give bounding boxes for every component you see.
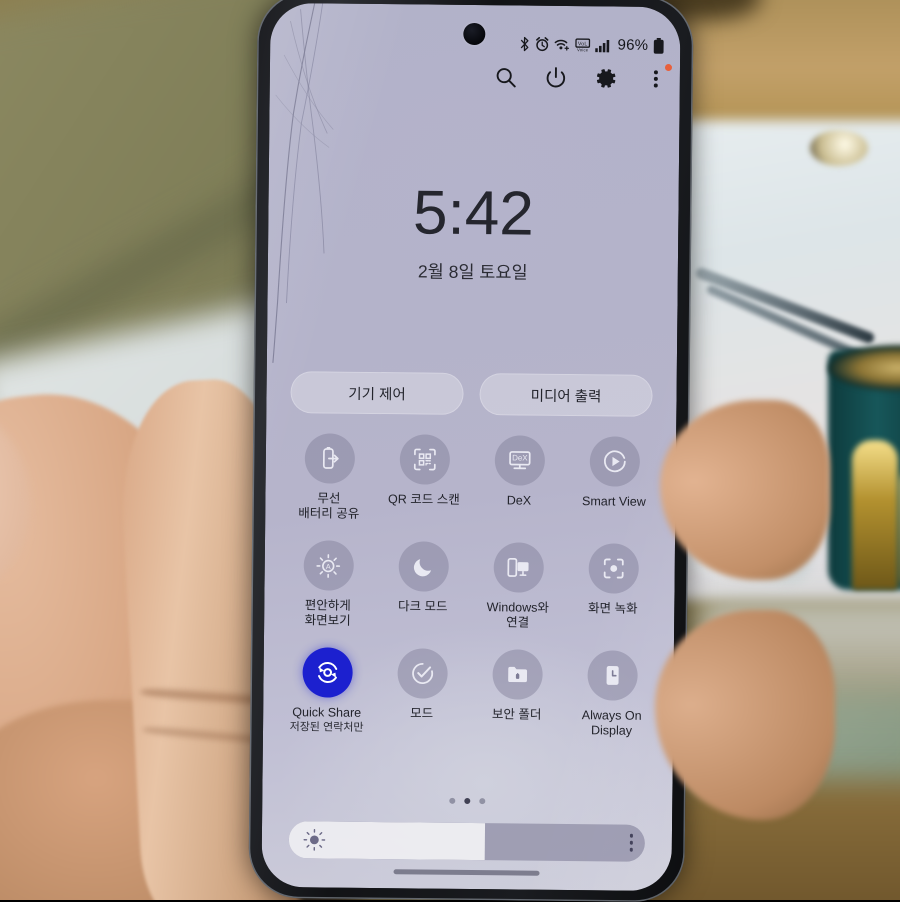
quick-toggle-dex[interactable]: DeX DeX — [471, 435, 567, 524]
quick-toggle-label: DeX — [506, 493, 532, 508]
volte-icon: VoL Voice — [575, 37, 591, 52]
status-bar: VoL Voice 96% — [520, 35, 665, 54]
quick-toggle-eye-comfort-shield[interactable]: A 편안하게 화면보기 — [280, 540, 376, 629]
panel-action-buttons: 기기 제어 미디어 출력 — [290, 371, 653, 417]
brightness-sun-icon — [303, 829, 326, 851]
brightness-more-icon[interactable] — [629, 833, 633, 852]
quick-toggle-label: Always On Display — [581, 708, 642, 738]
page-dot[interactable] — [449, 797, 456, 804]
quick-toggle-screen-recorder[interactable]: 화면 녹화 — [565, 543, 661, 632]
desk-object — [810, 130, 868, 166]
quick-panel-header — [492, 63, 673, 93]
quick-toggle-quick-share[interactable]: Quick Share 저장된 연락처만 — [279, 647, 375, 736]
more-options-icon[interactable] — [642, 64, 673, 93]
wifi-icon — [555, 37, 571, 51]
quick-settings-grid: 무선 배터리 공유 QR 코드 스캔 DeX DeX Smart View A … — [279, 433, 662, 739]
page-dot-active[interactable] — [464, 797, 471, 805]
quick-settings-row: Quick Share 저장된 연락처만 모드 보안 폴더 Always On … — [279, 647, 660, 739]
svg-text:DeX: DeX — [512, 453, 528, 462]
quick-toggle-label: 편안하게 화면보기 — [304, 598, 351, 628]
quick-toggle-modes[interactable]: 모드 — [374, 648, 470, 737]
quick-toggle-smart-view[interactable]: Smart View — [566, 436, 662, 525]
signal-bars-icon — [595, 38, 612, 52]
quick-toggle-label: 무선 배터리 공유 — [298, 491, 360, 521]
quick-settings-row: 무선 배터리 공유 QR 코드 스캔 DeX DeX Smart View — [281, 433, 662, 525]
secure-folder-icon — [491, 649, 543, 700]
bluetooth-icon — [520, 36, 531, 52]
power-icon[interactable] — [542, 64, 570, 92]
quick-toggle-qr-scan[interactable]: QR 코드 스캔 — [376, 434, 472, 523]
modes-icon — [396, 648, 448, 699]
quick-toggle-label: 다크 모드 — [398, 599, 448, 614]
notification-badge-dot — [664, 64, 673, 72]
always-on-display-icon — [586, 650, 638, 701]
svg-text:A: A — [326, 562, 331, 571]
quick-settings-row: A 편안하게 화면보기 다크 모드 Windows와 연결 화면 녹화 — [280, 540, 661, 632]
quick-toggle-link-to-windows[interactable]: Windows와 연결 — [470, 542, 566, 631]
media-output-button[interactable]: 미디어 출력 — [479, 373, 653, 417]
quick-toggle-wireless-power-share[interactable]: 무선 배터리 공유 — [281, 433, 377, 522]
quick-toggle-label: QR 코드 스캔 — [388, 492, 460, 507]
quick-toggle-label: 보안 폴더 — [491, 707, 542, 722]
quick-toggle-sublabel: 저장된 연락처만 — [289, 721, 364, 734]
qr-scan-icon — [399, 434, 450, 485]
device-control-button[interactable]: 기기 제어 — [290, 371, 464, 415]
quick-toggle-label: 화면 녹화 — [587, 601, 638, 616]
battery-full-icon — [653, 37, 664, 54]
dex-icon: DeX — [494, 435, 545, 486]
clock-date: 2월 8일 토요일 — [417, 261, 528, 283]
battery-percent-label: 96% — [617, 36, 649, 54]
svg-text:Voice: Voice — [577, 47, 589, 52]
home-gesture-bar[interactable] — [393, 869, 540, 876]
clock-time: 5:42 — [412, 178, 535, 249]
link-to-windows-icon — [492, 542, 544, 593]
quick-toggle-label: Smart View — [582, 494, 646, 509]
quick-share-icon — [301, 647, 353, 698]
settings-gear-icon[interactable] — [592, 64, 620, 92]
screen-recorder-icon — [587, 543, 639, 594]
lockscreen-clock: 5:42 2월 8일 토요일 — [268, 178, 679, 286]
page-dot[interactable] — [479, 798, 486, 805]
quick-toggle-label: 모드 — [410, 706, 434, 721]
quick-toggle-always-on-display[interactable]: Always On Display — [564, 650, 660, 739]
quick-toggle-secure-folder[interactable]: 보안 폴더 — [469, 649, 565, 738]
phone-screen[interactable]: VoL Voice 96% 5:42 2월 8일 토요일 기기 제어 미디어 출… — [261, 2, 681, 892]
eye-comfort-shield-icon: A — [302, 540, 354, 591]
phone-device: VoL Voice 96% 5:42 2월 8일 토요일 기기 제어 미디어 출… — [248, 0, 694, 902]
dark-mode-moon-icon — [397, 541, 449, 592]
quick-toggle-dark-mode[interactable]: 다크 모드 — [375, 541, 471, 630]
search-icon[interactable] — [492, 63, 520, 91]
smart-view-icon — [589, 436, 640, 487]
front-camera-punch-hole — [463, 22, 486, 46]
quick-toggle-label: Quick Share — [292, 705, 362, 720]
quick-toggle-label: Windows와 연결 — [486, 600, 550, 630]
alarm-icon — [536, 36, 550, 52]
page-indicator — [262, 796, 672, 806]
brightness-slider[interactable] — [288, 821, 646, 862]
wireless-power-share-icon — [304, 433, 355, 484]
coffee-mug-gold-accent — [852, 440, 898, 590]
